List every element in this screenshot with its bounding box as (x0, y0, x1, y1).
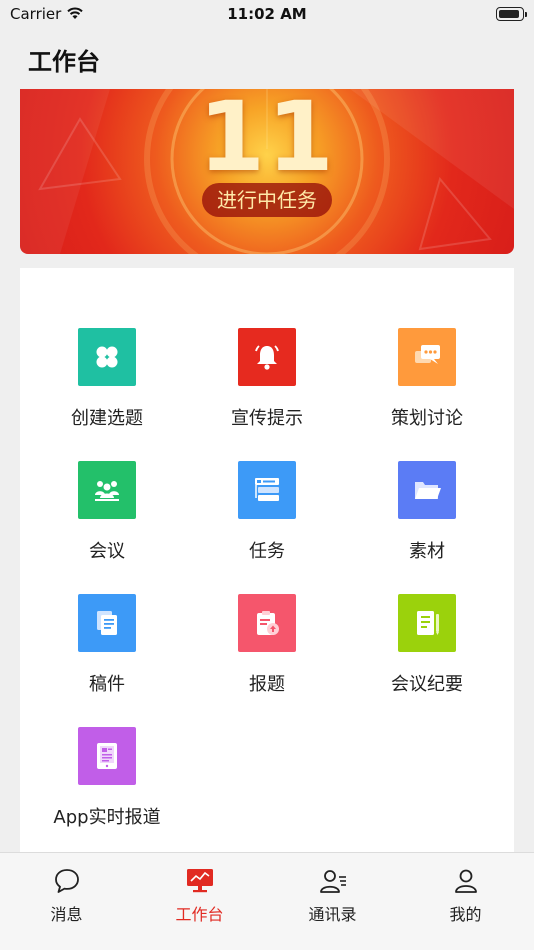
tile-label: 稿件 (89, 674, 125, 695)
tab-profile[interactable]: 我的 (399, 853, 532, 933)
bell-icon (238, 328, 296, 386)
tile-label: 创建选题 (71, 408, 143, 429)
document-icon (78, 594, 136, 652)
message-icon (55, 869, 79, 893)
tile-planning-discussion[interactable]: 策划讨论 (347, 328, 507, 438)
workbench-icon (187, 869, 213, 893)
clover-icon (78, 328, 136, 386)
tile-label: 任务 (249, 541, 285, 562)
tab-messages[interactable]: 消息 (0, 853, 133, 933)
tab-label: 我的 (449, 905, 482, 924)
tile-report-topic[interactable]: 报题 (187, 594, 347, 704)
profile-icon (455, 869, 477, 893)
notes-icon (398, 594, 456, 652)
tab-bar: 消息 工作台 通讯录 我的 (0, 852, 534, 950)
battery-icon (496, 7, 527, 21)
tile-label: App实时报道 (53, 807, 161, 828)
status-time: 11:02 AM (227, 5, 307, 23)
task-banner[interactable]: 11 进行中任务 (20, 89, 514, 254)
banner-task-count: 11 (198, 89, 336, 193)
tile-label: 会议 (89, 541, 125, 562)
folder-icon (398, 461, 456, 519)
tile-meeting-minutes[interactable]: 会议纪要 (347, 594, 507, 704)
tile-label: 报题 (249, 674, 285, 695)
banner-task-label: 进行中任务 (202, 183, 332, 217)
tile-meeting[interactable]: 会议 (27, 461, 187, 571)
tile-promo-alert[interactable]: 宣传提示 (187, 328, 347, 438)
tab-label: 消息 (50, 905, 83, 924)
tile-create-topic[interactable]: 创建选题 (27, 328, 187, 438)
tile-label: 宣传提示 (231, 408, 303, 429)
tile-label: 策划讨论 (391, 408, 463, 429)
tab-contacts[interactable]: 通讯录 (266, 853, 399, 933)
meeting-icon (78, 461, 136, 519)
status-bar: Carrier 11:02 AM (0, 0, 534, 30)
tile-manuscript[interactable]: 稿件 (27, 594, 187, 704)
tile-material[interactable]: 素材 (347, 461, 507, 571)
page-title: 工作台 (28, 48, 100, 76)
tab-label: 工作台 (175, 905, 224, 924)
tab-label: 通讯录 (308, 905, 357, 924)
tile-label: 会议纪要 (391, 674, 463, 695)
tile-label: 素材 (409, 541, 445, 562)
task-list-icon (238, 461, 296, 519)
feature-grid: 创建选题 宣传提示 策划讨论 会议 任务 素材 稿件 报题 会议纪要 App实时… (20, 268, 514, 868)
chat-icon (398, 328, 456, 386)
tablet-news-icon (78, 727, 136, 785)
tab-workbench[interactable]: 工作台 (133, 853, 266, 933)
tile-app-live-report[interactable]: App实时报道 (27, 727, 187, 837)
tile-task[interactable]: 任务 (187, 461, 347, 571)
contacts-icon (320, 870, 346, 893)
clipboard-upload-icon (238, 594, 296, 652)
